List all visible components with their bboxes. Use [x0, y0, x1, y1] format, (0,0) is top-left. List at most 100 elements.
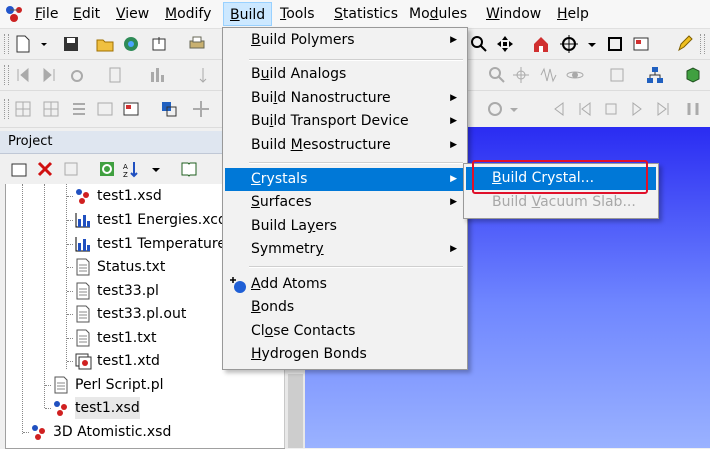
tree-line: [67, 314, 73, 315]
tree-line: [67, 244, 73, 245]
tree-line: [44, 184, 45, 408]
rewind-icon[interactable]: [550, 100, 568, 118]
toolbar-grip[interactable]: [4, 99, 9, 119]
tree-line: [66, 184, 67, 369]
hand-icon[interactable]: [68, 66, 86, 84]
rotate-icon[interactable]: [486, 100, 504, 118]
properties-icon[interactable]: [62, 160, 80, 178]
cell-icon[interactable]: [608, 66, 626, 84]
save-icon[interactable]: [62, 35, 80, 53]
target-icon[interactable]: [560, 35, 578, 53]
fit-screen-icon[interactable]: [606, 35, 624, 53]
toolbar-grip[interactable]: [700, 34, 705, 54]
menu-item-build-vacuum-slab: Build Vacuum Slab...: [492, 194, 636, 210]
toolbar-grip[interactable]: [4, 34, 9, 54]
xsd-icon: [76, 189, 89, 204]
zoom-icon[interactable]: [470, 35, 488, 53]
select-color-icon[interactable]: [160, 100, 178, 118]
list-icon[interactable]: [70, 100, 88, 118]
menu-item-build-analogs[interactable]: Build Analogs: [225, 63, 465, 86]
import-icon[interactable]: [122, 35, 140, 53]
grid-icon[interactable]: [14, 100, 32, 118]
sort-icon[interactable]: [198, 66, 216, 84]
wave-icon[interactable]: [540, 66, 558, 84]
book-icon[interactable]: [180, 160, 198, 178]
tree-line: [67, 267, 73, 268]
delete-icon[interactable]: [36, 160, 54, 178]
menu-build[interactable]: Build: [223, 2, 273, 26]
menu-edit[interactable]: Edit: [73, 5, 100, 23]
menu-tools[interactable]: Tools: [280, 5, 315, 23]
document-icon[interactable]: [106, 66, 124, 84]
display-style-icon[interactable]: [632, 35, 650, 53]
cube-icon[interactable]: [684, 66, 702, 84]
scrollbar-thumb[interactable]: [288, 374, 303, 448]
menu-item-build-polymers[interactable]: Build Polymers ▶: [225, 29, 465, 52]
step-back-icon[interactable]: [576, 100, 594, 118]
menu-item-bonds[interactable]: Bonds: [225, 296, 465, 319]
menu-modify[interactable]: Modify: [165, 5, 211, 23]
menu-item-build-layers[interactable]: Build Layers: [225, 215, 465, 238]
export-icon[interactable]: [150, 35, 168, 53]
tree-line: [45, 385, 51, 386]
chevron-down-icon[interactable]: [588, 35, 596, 53]
chevron-down-icon[interactable]: [510, 100, 518, 118]
menu-help[interactable]: Help: [557, 5, 589, 23]
chevron-down-icon[interactable]: [40, 35, 48, 53]
menu-view[interactable]: View: [116, 5, 149, 23]
atom-icon[interactable]: [566, 66, 584, 84]
menu-item-symmetry[interactable]: Symmetry ▶: [225, 238, 465, 261]
menu-window[interactable]: Window: [486, 5, 541, 23]
bar-chart-icon[interactable]: [148, 66, 166, 84]
submenu-arrow-icon: ▶: [450, 35, 457, 45]
pencil-icon[interactable]: [676, 35, 694, 53]
menu-item-build-transport-device[interactable]: Build Transport Device ▶: [225, 110, 465, 133]
menu-item-crystals[interactable]: Crystals ▶: [225, 168, 465, 191]
print-icon[interactable]: [188, 35, 206, 53]
chart-icon: [75, 237, 90, 252]
pause-icon[interactable]: [684, 100, 702, 118]
grid-icon[interactable]: [42, 100, 60, 118]
annotation-highlight-box: [472, 160, 648, 194]
add-atom-icon: [230, 277, 246, 293]
new-folder-icon[interactable]: [10, 160, 28, 178]
submenu-arrow-icon: ▶: [450, 244, 457, 254]
network-icon[interactable]: [646, 66, 664, 84]
menu-separator: [249, 59, 463, 61]
submenu-arrow-icon: ▶: [450, 140, 457, 150]
tree-line: [67, 361, 73, 362]
menu-item-build-mesostructure[interactable]: Build Mesostructure ▶: [225, 134, 465, 157]
xsd-icon: [54, 401, 67, 416]
next-icon[interactable]: [40, 66, 58, 84]
menu-item-close-contacts[interactable]: Close Contacts: [225, 320, 465, 343]
pan-icon[interactable]: [496, 35, 514, 53]
menu-statistics[interactable]: Statistics: [334, 5, 398, 23]
play-icon[interactable]: [628, 100, 646, 118]
chevron-down-icon[interactable]: [152, 160, 160, 178]
chart-icon: [75, 213, 90, 228]
open-folder-icon[interactable]: [96, 35, 114, 53]
axes-icon[interactable]: [192, 100, 210, 118]
menu-item-surfaces[interactable]: Surfaces ▶: [225, 191, 465, 214]
menu-file[interactable]: File: [35, 5, 58, 23]
table-icon[interactable]: [96, 100, 114, 118]
menu-item-build-nanostructure[interactable]: Build Nanostructure ▶: [225, 87, 465, 110]
search-icon[interactable]: [488, 66, 506, 84]
menu-modules[interactable]: Modules: [409, 5, 467, 23]
sort-az-icon[interactable]: AZ: [122, 160, 140, 178]
stop-icon[interactable]: [602, 100, 620, 118]
menu-item-hydrogen-bonds[interactable]: Hydrogen Bonds: [225, 343, 465, 366]
menu-separator: [249, 162, 463, 164]
new-document-icon[interactable]: [14, 35, 32, 53]
tree-line: [67, 291, 73, 292]
transform-icon[interactable]: [512, 66, 530, 84]
step-forward-icon[interactable]: [654, 100, 672, 118]
menu-item-add-atoms[interactable]: Add Atoms: [225, 273, 465, 296]
toolbar-grip[interactable]: [4, 65, 9, 85]
refresh-icon[interactable]: [98, 160, 116, 178]
text-file-icon: [76, 258, 90, 276]
app-icon[interactable]: [4, 4, 26, 24]
home-icon[interactable]: [532, 35, 550, 53]
previous-icon[interactable]: [14, 66, 32, 84]
display-style-icon[interactable]: [122, 100, 140, 118]
